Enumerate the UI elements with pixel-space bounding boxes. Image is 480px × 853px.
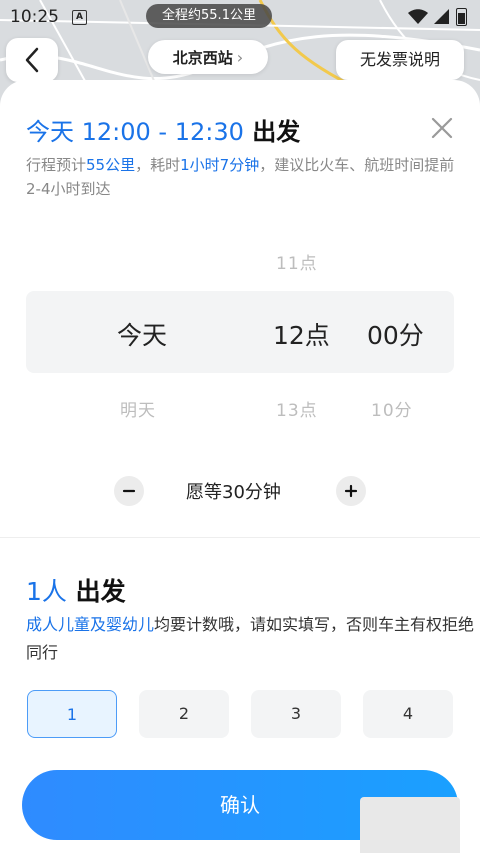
passenger-desc-highlight: 成人儿童及婴幼儿 [26, 615, 155, 634]
battery-icon [456, 8, 467, 26]
increase-wait-button[interactable] [336, 476, 366, 506]
departure-time-range: 今天 12:00 - 12:30 [26, 118, 244, 146]
minus-icon [122, 489, 136, 493]
notification-icon: A [72, 10, 87, 25]
decrease-wait-button[interactable] [114, 476, 144, 506]
picker-day-selected[interactable]: 今天 [117, 316, 167, 352]
picker-hour-selected[interactable]: 12点 [273, 316, 330, 352]
status-time: 10:25 [10, 7, 59, 27]
section-divider [0, 537, 480, 538]
picker-day-below[interactable]: 明天 [120, 396, 156, 421]
signal-icon [434, 9, 449, 24]
picker-minute-selected[interactable]: 00分 [367, 316, 424, 352]
passenger-count-option-3[interactable]: 3 [251, 690, 341, 738]
close-icon[interactable] [428, 114, 456, 142]
trip-description: 行程预计55公里，耗时1小时7分钟，建议比火车、航班时间提前2-4小时到达 [26, 156, 455, 198]
trip-duration-highlight: 1小时7分钟 [180, 156, 260, 174]
chevron-right-icon: › [236, 47, 244, 67]
back-button[interactable] [6, 38, 58, 82]
passenger-title-suffix: 出发 [75, 577, 126, 606]
picker-hour-below[interactable]: 13点 [276, 396, 318, 421]
trip-distance-pill: 全程约55.1公里 [146, 4, 272, 28]
passenger-count-option-2[interactable]: 2 [139, 690, 229, 738]
status-bar: 10:25 A 全程约55.1公里 [0, 0, 480, 34]
chevron-left-icon [25, 47, 39, 73]
passenger-count-option-4[interactable]: 4 [363, 690, 453, 738]
station-selector[interactable]: 北京西站 › [148, 40, 268, 74]
picker-hour-above[interactable]: 11点 [276, 249, 318, 274]
passenger-count-option-1[interactable]: 1 [27, 690, 117, 738]
plus-icon [344, 484, 358, 498]
passenger-count-highlight: 1人 [26, 577, 67, 606]
station-name: 北京西站 [172, 48, 233, 67]
departure-title: 今天 12:00 - 12:30 出发 [26, 112, 300, 147]
wifi-icon [408, 9, 428, 24]
trip-distance-highlight: 55公里 [86, 156, 136, 174]
corner-overlay [360, 797, 460, 853]
passenger-title: 1人 出发 [26, 572, 126, 608]
departure-title-suffix: 出发 [252, 118, 301, 146]
invoice-info-button[interactable]: 无发票说明 [336, 40, 464, 80]
passenger-description: 成人儿童及婴幼儿均要计数哦，请如实填写，否则车主有权拒绝同行 [26, 615, 475, 662]
picker-minute-below[interactable]: 10分 [371, 396, 413, 421]
wait-duration-label: 愿等30分钟 [186, 482, 281, 503]
